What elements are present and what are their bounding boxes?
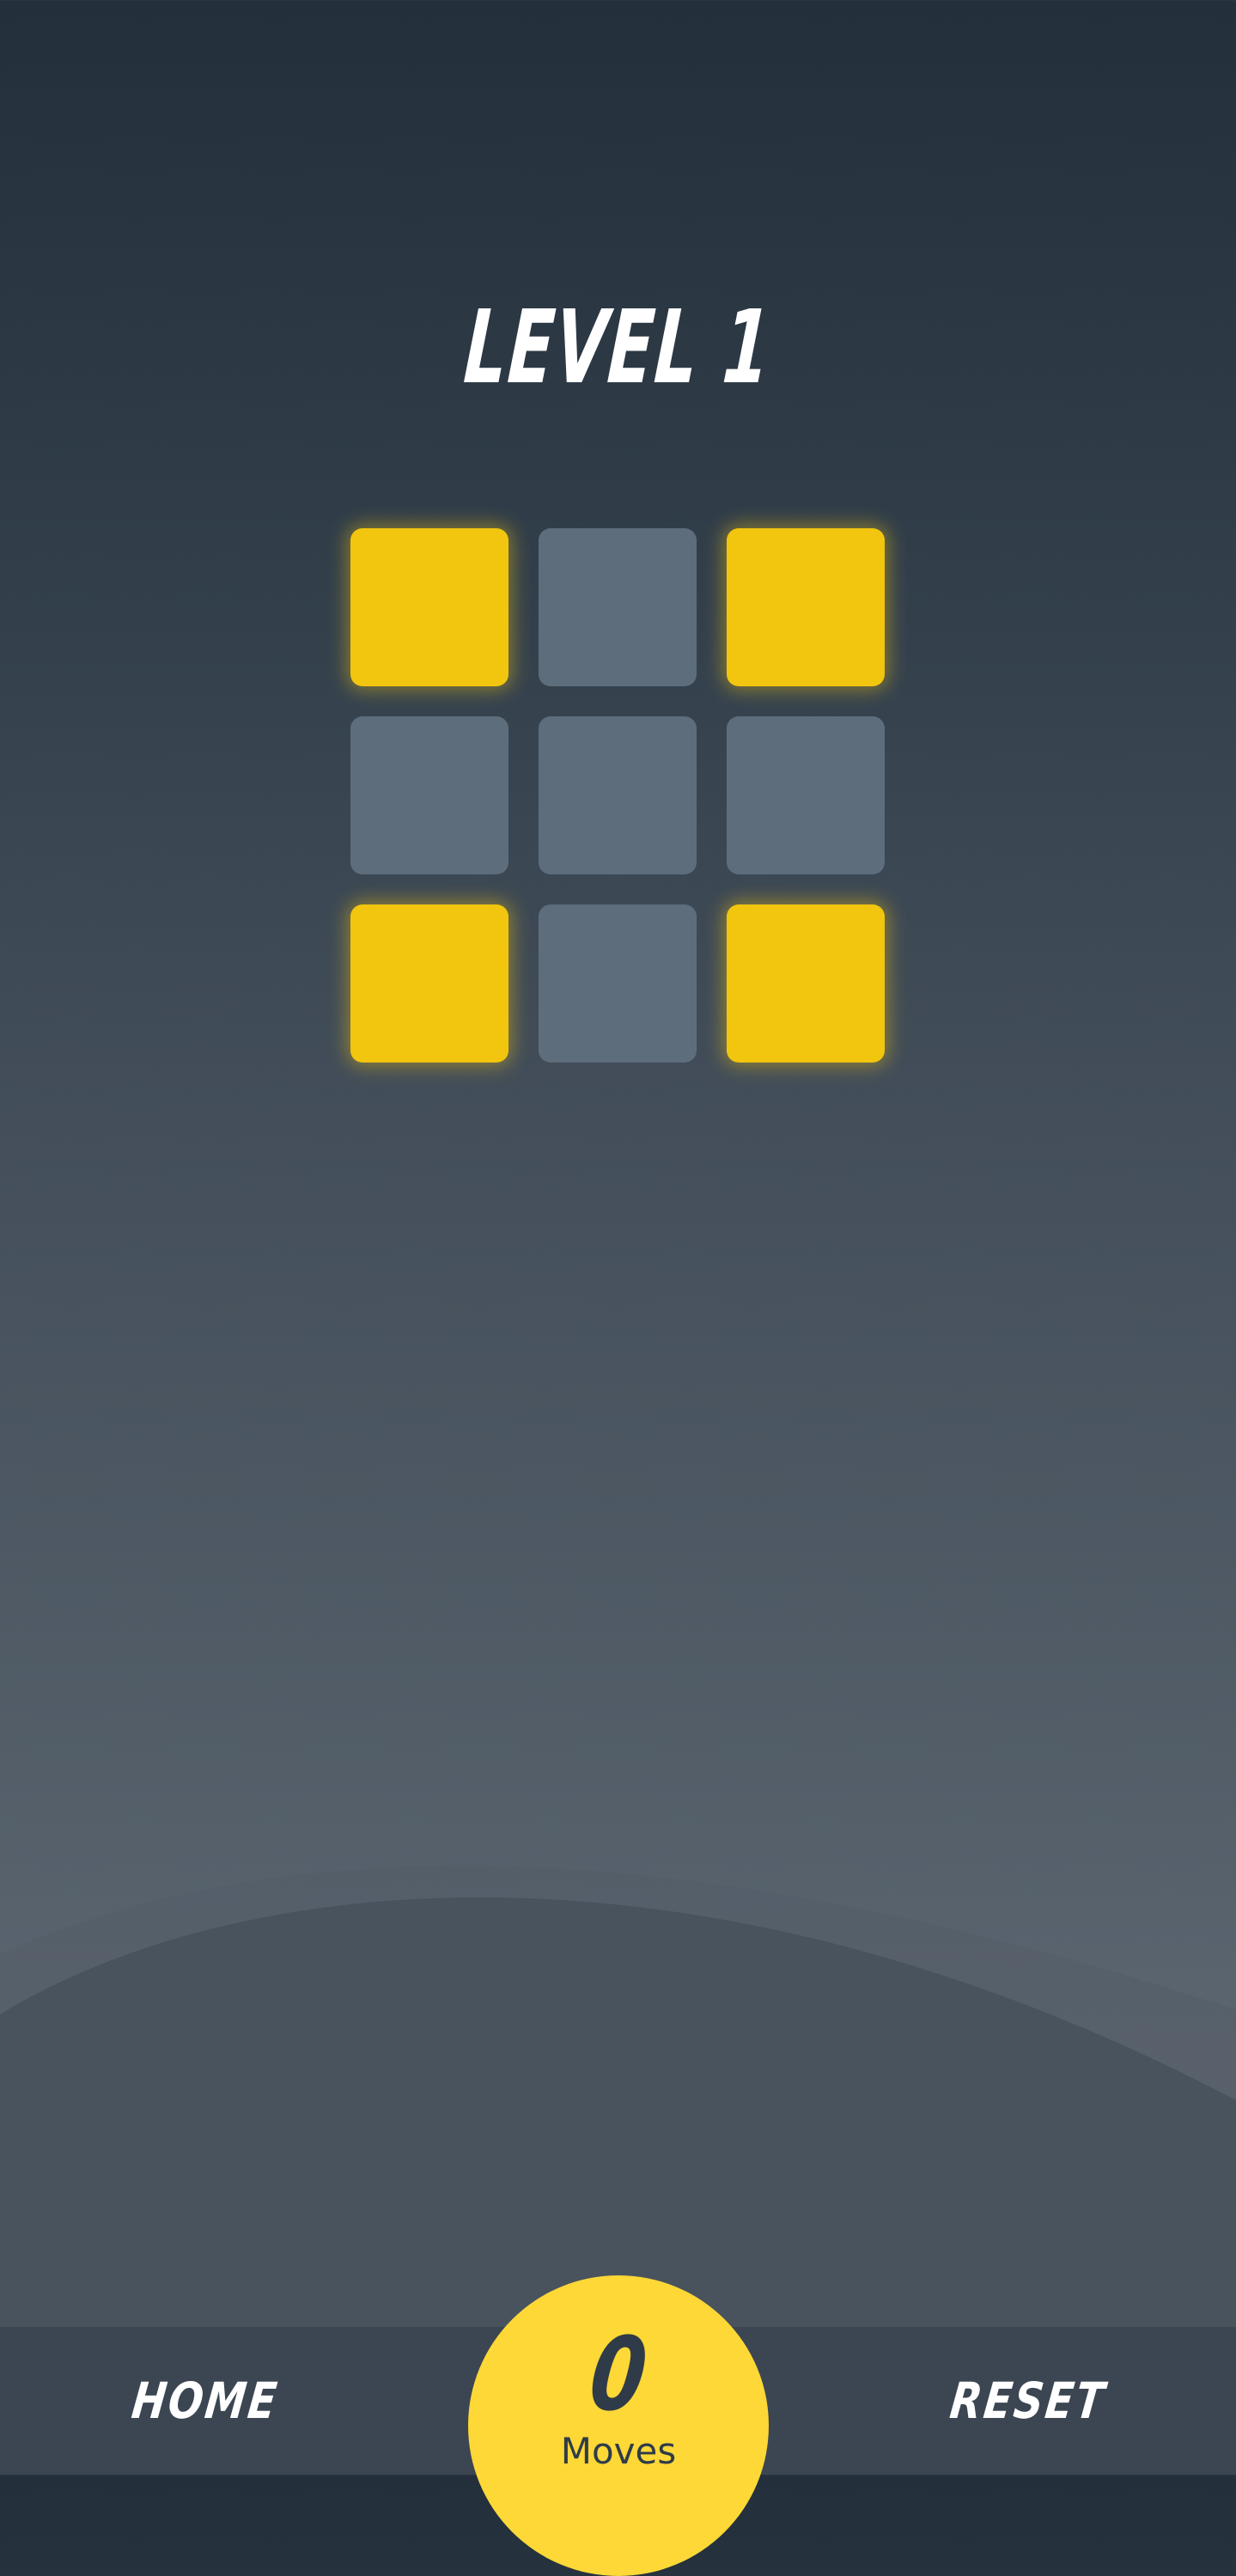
tile-r1-c1-lit[interactable] (350, 528, 508, 686)
tile-r3-c3-lit[interactable] (727, 904, 885, 1063)
moves-label: Moves (560, 2430, 677, 2472)
moves-counter-badge: 0 Moves (468, 2275, 769, 2576)
tile-r2-c1-unlit[interactable] (350, 716, 508, 874)
level-title: LEVEL 1 (460, 288, 776, 406)
home-button[interactable]: HOME (118, 2372, 293, 2430)
moves-count: 0 (584, 2315, 653, 2433)
tile-r1-c3-lit[interactable] (727, 528, 885, 686)
reset-button[interactable]: RESET (941, 2372, 1116, 2430)
tile-r3-c2-unlit[interactable] (539, 904, 697, 1063)
puzzle-board (350, 528, 885, 1063)
tile-r2-c3-unlit[interactable] (727, 716, 885, 874)
tile-r3-c1-lit[interactable] (350, 904, 508, 1063)
tile-r2-c2-unlit[interactable] (539, 716, 697, 874)
tile-r1-c2-unlit[interactable] (539, 528, 697, 686)
